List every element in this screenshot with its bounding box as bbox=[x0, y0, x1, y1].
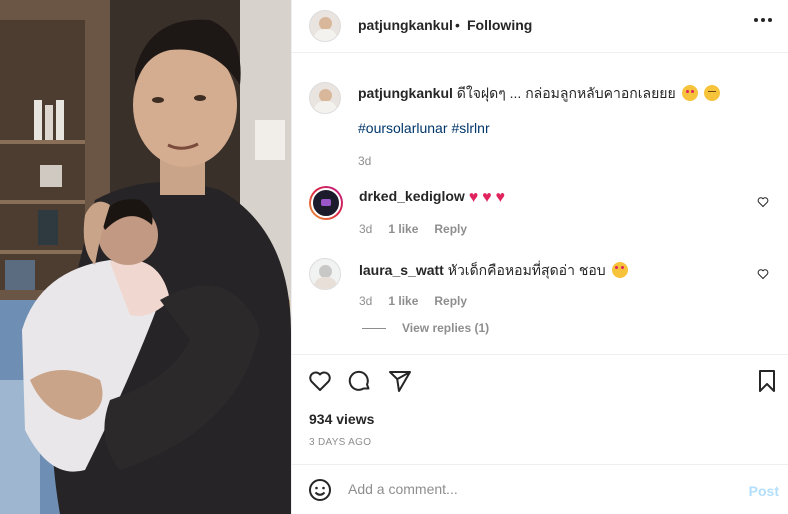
heart-icon[interactable] bbox=[308, 369, 332, 393]
red-heart-icon: ♥ bbox=[482, 189, 492, 206]
action-icons bbox=[308, 369, 412, 393]
post-header: patjungkankul • Following bbox=[292, 0, 788, 53]
replies-divider bbox=[362, 327, 386, 329]
comment-username[interactable]: drked_kediglow bbox=[359, 188, 465, 204]
separator-dot: • bbox=[455, 17, 460, 33]
comment-text-row: laura_s_watt หัวเด็กคือหอมที่สุดอ่า ชอบ bbox=[359, 260, 628, 282]
caption-hashtags: #oursolarlunar #slrlnr bbox=[358, 120, 494, 136]
more-options-icon[interactable] bbox=[754, 18, 772, 22]
post-media[interactable] bbox=[0, 0, 291, 514]
bookmark-icon[interactable] bbox=[755, 369, 779, 393]
caption-text: ดีใจฝุดๆ ... กล่อมลูกหลับคาอกเลยยย bbox=[456, 85, 676, 101]
star-struck-face-icon bbox=[611, 262, 628, 278]
author-username[interactable]: patjungkankul bbox=[358, 17, 453, 33]
comment-likes[interactable]: 1 like bbox=[388, 222, 418, 236]
comment-timestamp[interactable]: 3d bbox=[359, 294, 372, 308]
reply-button[interactable]: Reply bbox=[434, 222, 467, 236]
views-count[interactable]: 934 views bbox=[309, 411, 374, 427]
following-button[interactable]: Following bbox=[467, 17, 532, 33]
comment-meta: 3d 1 like Reply bbox=[359, 294, 467, 308]
caption-timestamp[interactable]: 3d bbox=[358, 154, 371, 168]
post-timestamp[interactable]: 3 DAYS AGO bbox=[309, 437, 371, 448]
caption-text-row: patjungkankul ดีใจฝุดๆ ... กล่อมลูกหลับค… bbox=[358, 84, 768, 102]
comment-heart-icon[interactable] bbox=[757, 268, 769, 280]
comment-username[interactable]: laura_s_watt bbox=[359, 262, 444, 278]
paper-plane-icon[interactable] bbox=[388, 369, 412, 393]
comment-heart-icon[interactable] bbox=[757, 196, 769, 208]
view-replies-label: View replies (1) bbox=[402, 321, 490, 335]
hashtag-link[interactable]: #oursolarlunar bbox=[358, 120, 448, 136]
caption-username[interactable]: patjungkankul bbox=[358, 85, 453, 101]
comment-text: หัวเด็กคือหอมที่สุดอ่า ชอบ bbox=[447, 262, 606, 278]
red-heart-icon: ♥ bbox=[495, 189, 505, 206]
view-replies-button[interactable]: View replies (1) bbox=[362, 321, 489, 335]
comment-likes[interactable]: 1 like bbox=[388, 294, 418, 308]
post-comment-button[interactable]: Post bbox=[749, 483, 779, 499]
comment-icon[interactable] bbox=[348, 369, 372, 393]
smiley-icon[interactable] bbox=[308, 478, 332, 502]
post-detail-panel: patjungkankul • Following patjungkankul … bbox=[291, 0, 788, 514]
smiling-face-with-hearts-icon bbox=[681, 85, 698, 101]
caption-avatar[interactable] bbox=[309, 82, 341, 114]
comment-timestamp[interactable]: 3d bbox=[359, 222, 372, 236]
comment-text-row: drked_kediglow ♥ ♥ ♥ bbox=[359, 188, 505, 207]
post-photo bbox=[0, 0, 291, 514]
add-comment-bar: Post bbox=[292, 464, 788, 514]
reply-button[interactable]: Reply bbox=[434, 294, 467, 308]
comment-input[interactable] bbox=[348, 477, 728, 501]
post-actions: 934 views 3 DAYS AGO bbox=[292, 354, 788, 464]
red-heart-icon: ♥ bbox=[468, 189, 479, 206]
comment-meta: 3d 1 like Reply bbox=[359, 222, 467, 236]
comments-list[interactable]: patjungkankul ดีใจฝุดๆ ... กล่อมลูกหลับค… bbox=[292, 54, 788, 354]
commenter-avatar[interactable] bbox=[309, 186, 343, 220]
sleeping-face-icon bbox=[703, 85, 720, 101]
author-avatar[interactable] bbox=[309, 10, 341, 42]
hashtag-link[interactable]: #slrlnr bbox=[452, 120, 490, 136]
commenter-avatar[interactable] bbox=[309, 258, 341, 290]
